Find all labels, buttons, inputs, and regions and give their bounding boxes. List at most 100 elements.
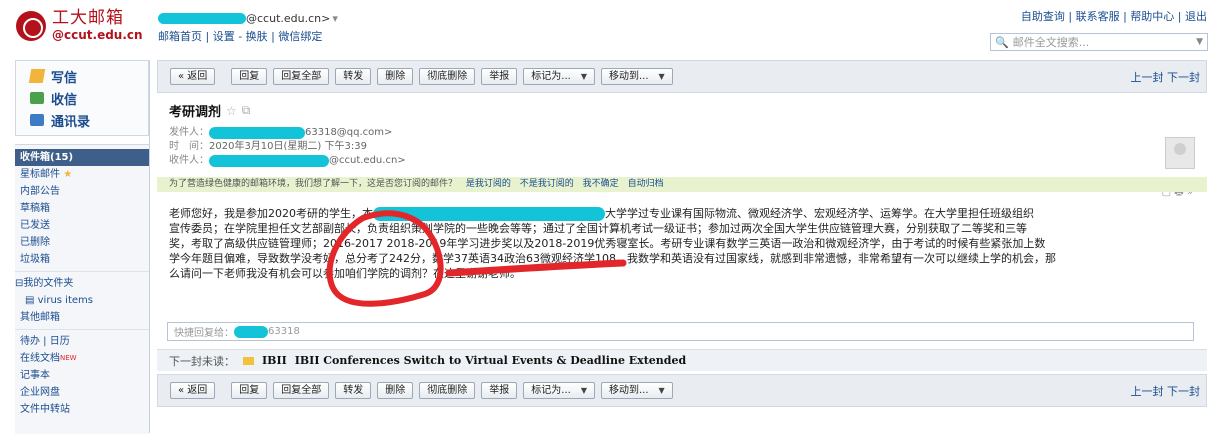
folder-starred[interactable]: 星标邮件 ★ [15, 166, 149, 183]
from-value[interactable]: 63318@qq.com> [305, 126, 392, 140]
next-unread-bar[interactable]: 下一封未读： IBII IBII Conferences Switch to V… [157, 349, 1207, 371]
divider [15, 329, 149, 330]
inbox-button[interactable]: 收信 [30, 87, 148, 109]
folder-notice[interactable]: 内部公告 [15, 183, 149, 200]
account-dropdown-icon[interactable]: ▾ [332, 12, 338, 25]
move-to-label: 移动到... [609, 385, 649, 396]
mark-as-select[interactable]: 标记为... ▼ [523, 68, 595, 85]
redaction-mark [373, 206, 605, 221]
mail-subject: 考研调剂 [169, 105, 222, 120]
folder-transfer[interactable]: 文件中转站 [15, 401, 149, 418]
divider [15, 271, 149, 272]
reply-button[interactable]: 回复 [231, 382, 268, 399]
back-button[interactable]: « 返回 [170, 68, 216, 85]
body-line: 宣传委员；在学院里担任文艺部副部长，负责组织策划学院的一些晚会等等；通过了全国计… [169, 222, 1027, 235]
brand-domain: @ccut.edu.cn [52, 28, 143, 42]
report-button[interactable]: 举报 [481, 68, 518, 85]
body-line: 老师您好，我是参加2020考研的学生，本 [169, 207, 373, 220]
folder-junk[interactable]: 垃圾箱 [15, 251, 149, 268]
chevron-down-icon: ▼ [658, 72, 665, 81]
prev-next-links[interactable]: 上一封 下一封 [1131, 69, 1201, 85]
notice-text: 为了营造绿色健康的邮箱环境，我们想了解一下，这是否您订阅的邮件？ [169, 179, 458, 189]
reply-all-button[interactable]: 回复全部 [273, 68, 330, 85]
next-unread-label: 下一封未读： [169, 354, 235, 368]
to-value[interactable]: @ccut.edu.cn> [329, 154, 406, 168]
search-input[interactable]: 邮件全文搜索... [1013, 34, 1090, 50]
notice-option-not-subscribed[interactable]: 不是我订阅的 [520, 179, 574, 189]
search-box[interactable]: 🔍 邮件全文搜索... ▼ [990, 33, 1208, 51]
perm-delete-button[interactable]: 彻底删除 [419, 382, 476, 399]
forward-button[interactable]: 转发 [335, 68, 372, 85]
next-unread-subject[interactable]: IBII Conferences Switch to Virtual Event… [295, 354, 686, 367]
folder-my-folders-label: 我的文件夹 [23, 278, 74, 289]
perm-delete-button[interactable]: 彻底删除 [419, 68, 476, 85]
mail-toolbar: « 返回 回复 回复全部 转发 删除 彻底删除 举报 标记为... ▼ 移动到..… [157, 60, 1207, 93]
redaction-mark [209, 155, 329, 167]
folder-notes[interactable]: 记事本 [15, 367, 149, 384]
reply-all-button[interactable]: 回复全部 [273, 382, 330, 399]
folder-starred-label: 星标邮件 [20, 169, 60, 180]
notice-option-subscribed[interactable]: 是我订阅的 [466, 179, 511, 189]
chevron-down-icon: ▼ [580, 386, 587, 395]
notice-option-archive[interactable]: 自动归档 [628, 179, 664, 189]
folder-deleted[interactable]: 已删除 [15, 234, 149, 251]
folder-my-folders[interactable]: ⊟我的文件夹 [15, 275, 149, 292]
folder-sent[interactable]: 已发送 [15, 217, 149, 234]
reply-button[interactable]: 回复 [231, 68, 268, 85]
redaction-mark [234, 325, 268, 338]
quick-reply-box[interactable]: 快捷回复给： 63318 [167, 322, 1194, 341]
compose-label: 写信 [51, 70, 78, 86]
mark-as-label: 标记为... [531, 385, 571, 396]
body-line: 奖，考取了高级供应链管理师；2016-2017 2018-2019年学习进步奖以… [169, 237, 1046, 250]
delete-button[interactable]: 删除 [377, 382, 414, 399]
folder-todo[interactable]: 待办 | 日历 [15, 333, 149, 350]
time-label: 时 间： [169, 141, 209, 152]
move-to-select[interactable]: 移动到... ▼ [601, 382, 673, 399]
top-bar: 工大邮箱 @ccut.edu.cn @ccut.edu.cn> ▾ 邮箱首页 |… [0, 0, 1221, 56]
compose-icon [28, 69, 46, 83]
contacts-button[interactable]: 通讯录 [30, 109, 148, 131]
contacts-label: 通讯录 [51, 114, 91, 130]
delete-button[interactable]: 删除 [377, 68, 414, 85]
folder-other[interactable]: 其他邮箱 [15, 309, 149, 326]
mail-toolbar-bottom: « 返回 回复 回复全部 转发 删除 彻底删除 举报 标记为... ▼ 移动到..… [157, 374, 1207, 407]
from-label: 发件人： [169, 127, 209, 138]
compose-button[interactable]: 写信 [28, 65, 148, 87]
inbox-icon [30, 92, 44, 104]
chevron-down-icon: ▼ [580, 72, 587, 81]
account-links[interactable]: 邮箱首页 | 设置 - 换肤 | 微信绑定 [158, 28, 338, 44]
folder-netdisk[interactable]: 企业网盘 [15, 384, 149, 401]
mark-as-select[interactable]: 标记为... ▼ [523, 382, 595, 399]
next-unread-sender[interactable]: IBII [262, 354, 287, 367]
folder-drafts[interactable]: 草稿箱 [15, 200, 149, 217]
star-icon: ★ [63, 169, 73, 180]
star-icon[interactable]: ☆ [226, 104, 237, 118]
reply-label: 快捷回复给： [174, 328, 234, 339]
chevron-down-icon[interactable]: ▼ [1196, 37, 1203, 47]
notice-option-unsure[interactable]: 我不确定 [583, 179, 619, 189]
move-to-label: 移动到... [609, 71, 649, 82]
redaction-mark [209, 127, 305, 139]
back-button[interactable]: « 返回 [170, 382, 216, 399]
mail-body: 老师您好，我是参加2020考研的学生，本 大学学过专业课有国际物流、微观经济学、… [169, 206, 1089, 281]
time-value: 2020年3月10日(星期二) 下午3:39 [209, 141, 367, 152]
prev-next-links[interactable]: 上一封 下一封 [1131, 383, 1201, 399]
envelope-icon [243, 356, 254, 365]
account-email: @ccut.edu.cn> [246, 12, 331, 25]
move-to-select[interactable]: 移动到... ▼ [601, 68, 673, 85]
popout-icon[interactable]: ⧉ [242, 103, 251, 118]
quick-actions: 写信 收信 通讯录 [15, 60, 149, 136]
forward-button[interactable]: 转发 [335, 382, 372, 399]
report-button[interactable]: 举报 [481, 382, 518, 399]
folder-virus[interactable]: ▤ virus items [15, 292, 149, 309]
brand-logo[interactable]: 工大邮箱 @ccut.edu.cn [16, 10, 143, 41]
folder-online-docs[interactable]: 在线文档NEW [15, 350, 149, 367]
to-label: 收件人： [169, 155, 209, 166]
brand-name: 工大邮箱 [52, 8, 124, 28]
redaction-mark [158, 13, 246, 24]
account-info: @ccut.edu.cn> ▾ 邮箱首页 | 设置 - 换肤 | 微信绑定 [158, 12, 338, 44]
chevron-down-icon: ▼ [658, 386, 665, 395]
folder-list: 收件箱(15) 星标邮件 ★ 内部公告 草稿箱 已发送 已删除 垃圾箱 ⊟我的文… [15, 144, 149, 434]
folder-inbox[interactable]: 收件箱(15) [15, 149, 149, 166]
top-links[interactable]: 自助查询 | 联系客服 | 帮助中心 | 退出 [1021, 8, 1207, 24]
